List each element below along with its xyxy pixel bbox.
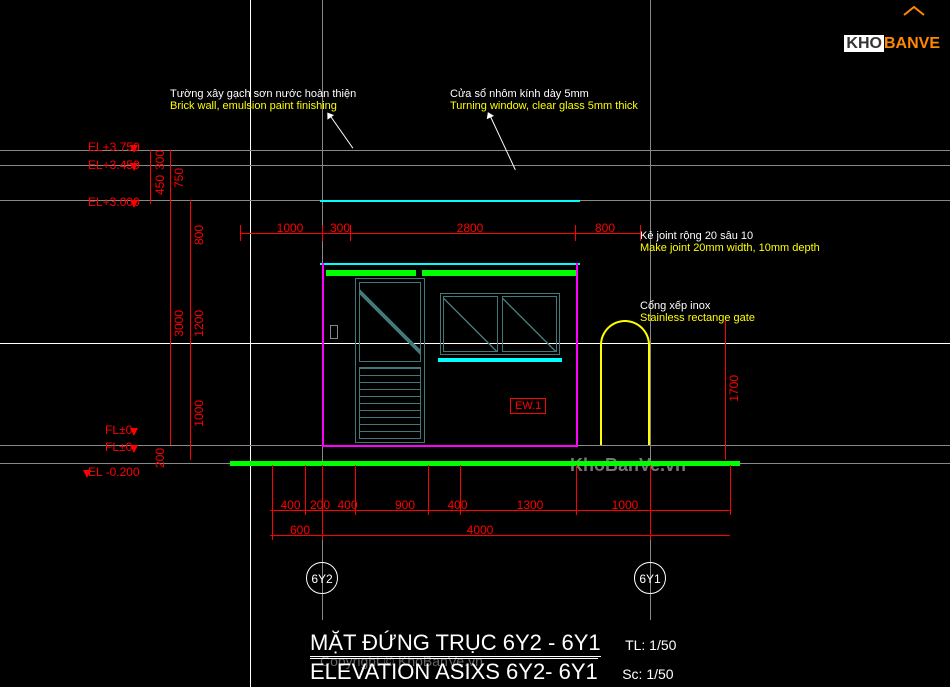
dim-text: 1000 (260, 221, 320, 235)
dim-text: 400 (330, 498, 365, 512)
ext-line (355, 465, 356, 515)
level-mark: FL±0 (105, 423, 132, 437)
sill (438, 358, 562, 362)
annotation-wall: Tường xây gạch sơn nước hoàn thiện Brick… (170, 88, 356, 112)
dim-text: 400 (440, 498, 475, 512)
logo-khobanve: KHOBANVE (844, 5, 940, 53)
dim-text: 1300 (500, 498, 560, 512)
annotation-window: Cửa sổ nhôm kính dày 5mm Turning window,… (450, 88, 638, 112)
dim-text: 450 (153, 175, 167, 195)
ground-line (230, 461, 740, 466)
gate (600, 320, 650, 445)
dim-text: 4000 (450, 523, 510, 537)
level-mark: FL±0 (105, 440, 132, 454)
ext-line (305, 465, 306, 515)
annotation-joint: Kẻ joint rộng 20 sâu 10 Make joint 20mm … (640, 230, 820, 254)
drawing-title: MẶT ĐỨNG TRỤC 6Y2 - 6Y1 TL: 1/50 ELEVATI… (310, 630, 676, 685)
dim-text: 1000 (595, 498, 655, 512)
ext-line (240, 225, 241, 241)
leader-line (490, 115, 516, 170)
lintel (422, 270, 578, 276)
level-mark: EL -0.200 (88, 465, 140, 479)
dim-text: 200 (153, 448, 167, 468)
dim-text: 600 (280, 523, 320, 537)
ext-line (272, 465, 273, 540)
ext-line (575, 225, 576, 241)
arrow-icon (130, 145, 138, 153)
ext-line (640, 225, 641, 241)
window (440, 293, 560, 355)
dim-text: 300 (153, 150, 167, 170)
ext-line (322, 465, 323, 540)
axis-line (0, 165, 950, 166)
arrow-icon (130, 200, 138, 208)
annotation-gate: Cổng xếp inox Stainless rectange gate (640, 300, 755, 324)
arrow-icon (130, 163, 138, 171)
axis-line (0, 150, 950, 151)
dim-text: 1700 (727, 375, 741, 402)
roof-line (320, 200, 580, 202)
ext-line (650, 465, 651, 540)
dim-text: 3000 (172, 310, 186, 337)
dim-text: 900 (380, 498, 430, 512)
ew1-tag: EW.1 (510, 398, 546, 414)
dim-text: 800 (192, 225, 206, 245)
dim-text: 1200 (192, 310, 206, 337)
dim-text: 800 (580, 221, 630, 235)
dim-text: 1000 (192, 400, 206, 427)
floor-line (322, 445, 578, 447)
ext-line (460, 465, 461, 515)
arrow-icon (83, 470, 91, 478)
ext-line (428, 465, 429, 515)
ext-line (576, 465, 577, 515)
lintel (326, 270, 416, 276)
ext-line (730, 465, 731, 515)
axis-bubble: 6Y2 (306, 562, 338, 594)
dim-line (725, 320, 726, 460)
wall-line (320, 263, 580, 265)
wall (576, 263, 578, 445)
wall (322, 263, 324, 445)
leader-line (330, 115, 354, 148)
dim-line (150, 150, 151, 204)
axis-bubble: 6Y1 (634, 562, 666, 594)
door (355, 278, 425, 443)
dim-text: 2800 (440, 221, 500, 235)
dim-text: 400 (273, 498, 308, 512)
dim-line (170, 150, 171, 445)
dim-text: 750 (172, 168, 186, 188)
ext-line (350, 225, 351, 241)
switch-box (330, 325, 338, 339)
arrow-icon (130, 428, 138, 436)
ext-line (322, 225, 323, 241)
arrow-icon (130, 445, 138, 453)
dim-line (190, 200, 191, 460)
